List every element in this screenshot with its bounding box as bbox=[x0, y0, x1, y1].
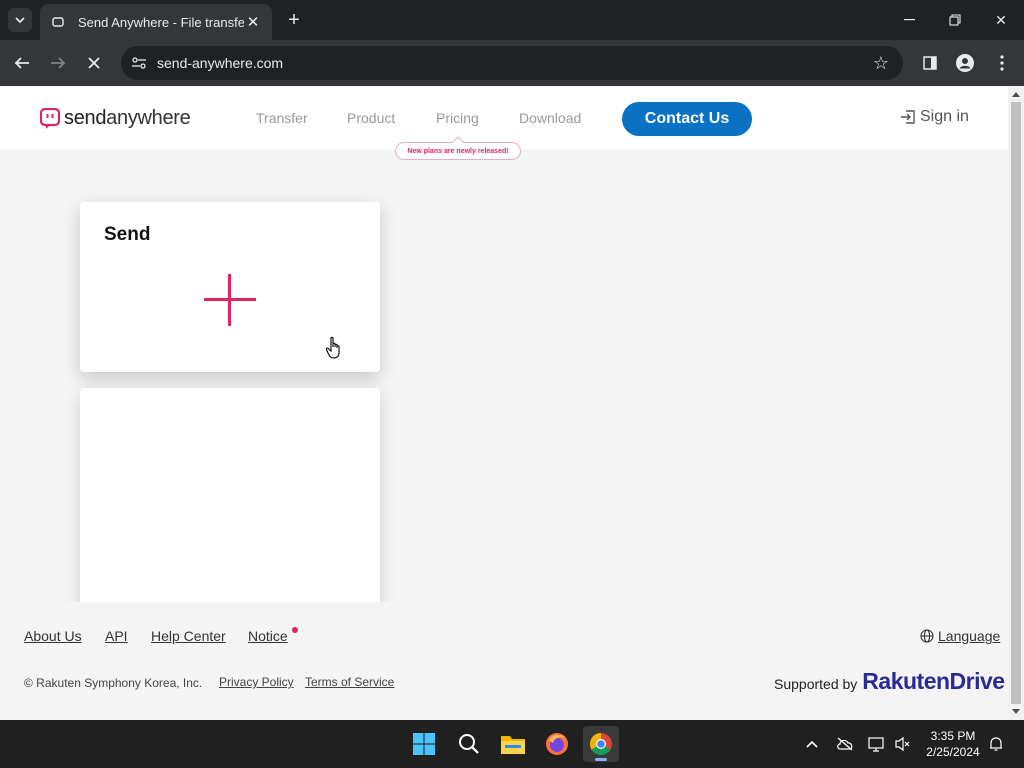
tab-close-icon[interactable]: ✕ bbox=[244, 13, 262, 31]
supported-by-rakuten-drive[interactable]: Supported by Rakuten Drive bbox=[774, 668, 1005, 695]
new-tab-icon[interactable]: + bbox=[282, 8, 306, 32]
minimize-icon[interactable] bbox=[894, 6, 924, 34]
receive-card bbox=[80, 388, 380, 608]
nav-product[interactable]: Product bbox=[347, 110, 395, 126]
footer-about-us[interactable]: About Us bbox=[24, 628, 82, 644]
back-icon[interactable] bbox=[10, 51, 34, 75]
bookmark-star-icon[interactable]: ☆ bbox=[873, 53, 889, 74]
network-icon[interactable] bbox=[867, 734, 887, 754]
system-clock[interactable]: 3:35 PM 2/25/2024 bbox=[922, 728, 984, 760]
tab-title: Send Anywhere - File transfer bbox=[78, 14, 244, 30]
side-panel-icon[interactable] bbox=[918, 51, 942, 75]
url-text: send-anywhere.com bbox=[157, 55, 284, 71]
site-info-icon[interactable] bbox=[129, 53, 149, 73]
site-header: sendanywhere Transfer Product Pricing Do… bbox=[0, 86, 1008, 160]
supported-by-label: Supported by bbox=[774, 676, 858, 692]
globe-icon bbox=[920, 629, 934, 643]
nav-download[interactable]: Download bbox=[519, 110, 581, 126]
language-selector[interactable]: Language bbox=[920, 628, 1000, 644]
windows-start-icon[interactable] bbox=[406, 726, 442, 762]
onedrive-offline-icon[interactable] bbox=[835, 734, 855, 754]
volume-muted-icon[interactable] bbox=[893, 734, 913, 754]
stop-loading-icon[interactable] bbox=[82, 51, 106, 75]
terms-of-service-link[interactable]: Terms of Service bbox=[305, 675, 394, 689]
site-footer: About Us API Help Center Notice Language… bbox=[0, 602, 1008, 720]
footer-notice[interactable]: Notice bbox=[248, 628, 288, 644]
web-page: sendanywhere Transfer Product Pricing Do… bbox=[0, 86, 1008, 720]
address-bar[interactable]: send-anywhere.com ☆ bbox=[121, 46, 903, 80]
copyright-text: © Rakuten Symphony Korea, Inc. bbox=[24, 676, 203, 690]
sign-in-label: Sign in bbox=[920, 108, 969, 125]
footer-api[interactable]: API bbox=[105, 628, 128, 644]
sign-in-link[interactable]: Sign in bbox=[900, 108, 969, 126]
tab-search-icon[interactable] bbox=[8, 8, 32, 32]
send-anywhere-logo[interactable]: sendanywhere bbox=[40, 107, 191, 130]
language-label: Language bbox=[938, 628, 1001, 644]
forward-icon[interactable] bbox=[46, 51, 70, 75]
contact-us-button[interactable]: Contact Us bbox=[622, 102, 752, 136]
logo-icon bbox=[40, 107, 60, 129]
rakuten-drive-logo-drive: Drive bbox=[949, 668, 1006, 694]
scroll-down-arrow-icon[interactable] bbox=[1012, 709, 1020, 714]
send-title: Send bbox=[104, 224, 151, 245]
scrollbar-thumb[interactable] bbox=[1011, 102, 1021, 704]
scroll-up-arrow-icon[interactable] bbox=[1012, 92, 1020, 97]
windows-taskbar: 3:35 PM 2/25/2024 bbox=[0, 720, 1024, 768]
search-icon[interactable] bbox=[451, 726, 487, 762]
menu-kebab-icon[interactable] bbox=[990, 51, 1014, 75]
clock-date: 2/25/2024 bbox=[926, 745, 980, 759]
logo-text: sendanywhere bbox=[64, 107, 191, 129]
pricing-new-badge: New plans are newly released! bbox=[395, 142, 521, 160]
add-file-plus-icon[interactable] bbox=[204, 274, 256, 326]
nav-transfer[interactable]: Transfer bbox=[256, 110, 308, 126]
notice-unread-dot bbox=[292, 627, 298, 633]
browser-tab-strip: Send Anywhere - File transfer ✕ + ✕ bbox=[0, 0, 1024, 40]
sign-in-icon bbox=[901, 110, 915, 124]
profile-icon[interactable] bbox=[953, 51, 977, 75]
active-app-indicator bbox=[595, 758, 607, 761]
chrome-icon[interactable] bbox=[583, 726, 619, 762]
nav-pricing[interactable]: Pricing bbox=[436, 110, 479, 126]
hand-cursor-icon bbox=[325, 336, 340, 359]
privacy-policy-link[interactable]: Privacy Policy bbox=[219, 675, 294, 689]
firefox-icon[interactable] bbox=[539, 726, 575, 762]
browser-toolbar: send-anywhere.com ☆ bbox=[0, 40, 1024, 86]
browser-tab[interactable]: Send Anywhere - File transfer ✕ bbox=[40, 4, 272, 40]
close-window-icon[interactable]: ✕ bbox=[986, 6, 1016, 34]
notifications-bell-icon[interactable] bbox=[986, 734, 1006, 754]
footer-help-center[interactable]: Help Center bbox=[151, 628, 226, 644]
rakuten-drive-logo-rakuten: Rakuten bbox=[862, 668, 950, 694]
page-scrollbar[interactable] bbox=[1008, 86, 1024, 720]
clock-time: 3:35 PM bbox=[930, 729, 976, 743]
restore-icon[interactable] bbox=[940, 6, 970, 34]
file-explorer-icon[interactable] bbox=[495, 726, 531, 762]
tray-overflow-chevron-icon[interactable] bbox=[802, 734, 822, 754]
loading-favicon-icon bbox=[50, 14, 66, 30]
